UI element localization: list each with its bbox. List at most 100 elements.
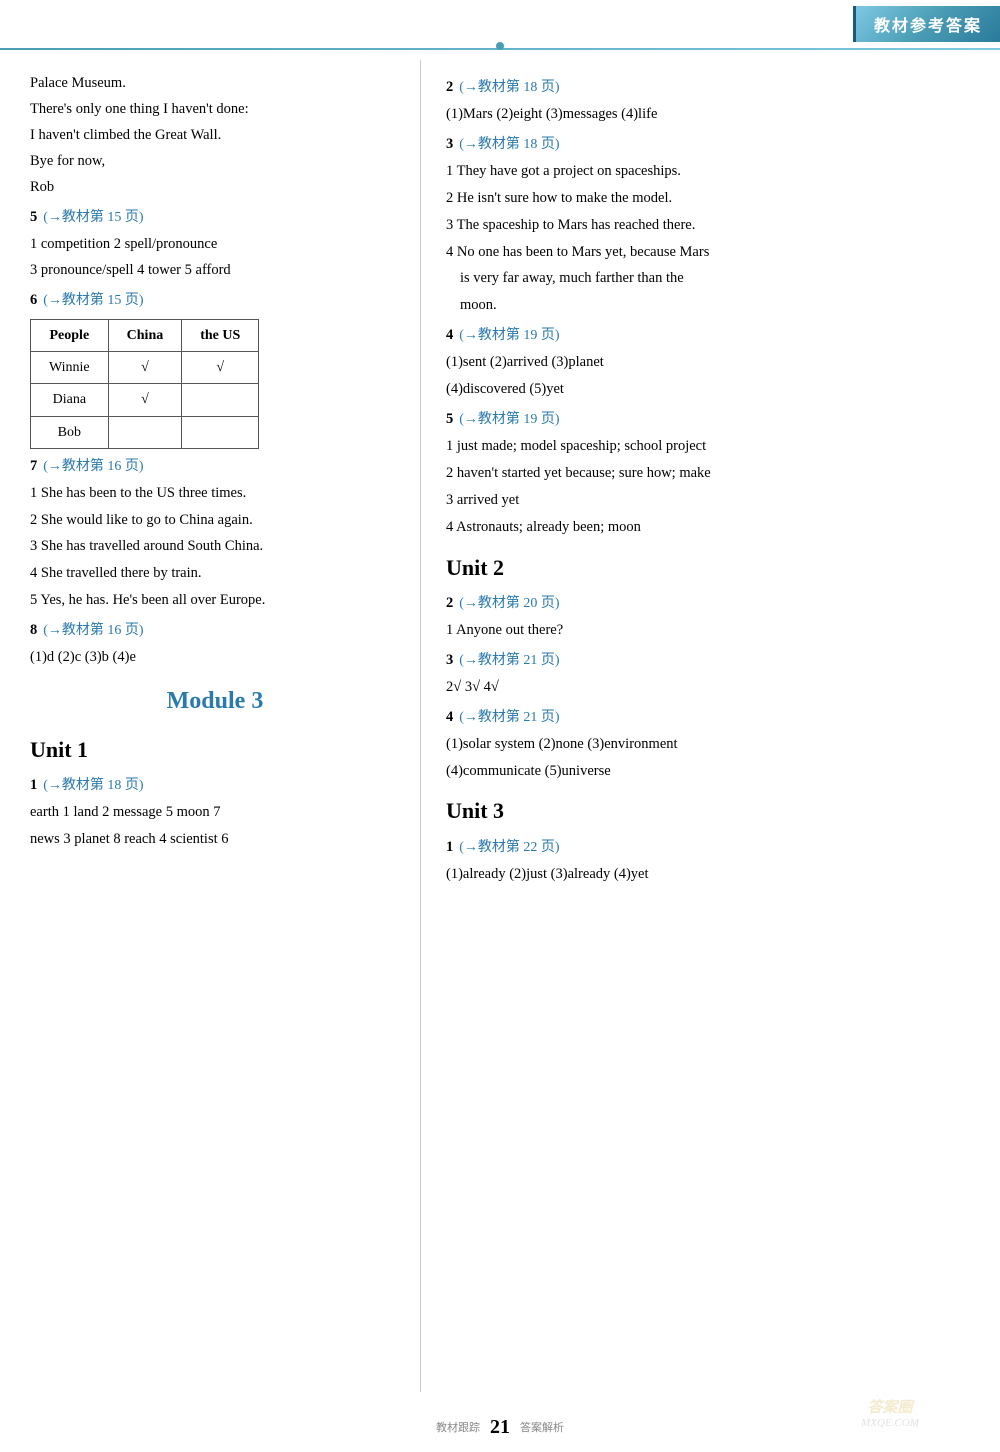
left-column: Palace Museum. There's only one thing I …: [0, 60, 420, 1392]
table-header-us: the US: [182, 320, 259, 352]
table-cell-winnie-us: √: [182, 352, 259, 384]
section7-header: 7 (→教材第 16 页): [30, 455, 400, 479]
section5-num: 5: [30, 206, 37, 230]
section5-right-line1: 1 just made; model spaceship; school pro…: [446, 435, 975, 459]
section2-u2-ref: (→教材第 20 页): [459, 592, 559, 615]
table-header-people: People: [31, 320, 109, 352]
section2-right-ref: (→教材第 18 页): [459, 76, 559, 99]
section4-right-header: 4 (→教材第 19 页): [446, 324, 975, 348]
bottom-left-text: 教材跟踪: [436, 1419, 480, 1435]
section3-u2-ref: (→教材第 21 页): [459, 649, 559, 672]
table-cell-winnie: Winnie: [31, 352, 109, 384]
section7-line5: 5 Yes, he has. He's been all over Europe…: [30, 589, 400, 613]
section7-ref: (→教材第 16 页): [43, 455, 143, 478]
intro-line-3: I haven't climbed the Great Wall.: [30, 124, 400, 148]
section2-right-header: 2 (→教材第 18 页): [446, 76, 975, 100]
section7-line1: 1 She has been to the US three times.: [30, 482, 400, 506]
section3-right-line6: moon.: [446, 294, 975, 318]
section7-line3: 3 She has travelled around South China.: [30, 535, 400, 559]
section5-right-header: 5 (→教材第 19 页): [446, 408, 975, 432]
intro-line-1: Palace Museum.: [30, 72, 400, 96]
right-column: 2 (→教材第 18 页) (1)Mars (2)eight (3)messag…: [421, 60, 1000, 1392]
section1-left-header: 1 (→教材第 18 页): [30, 774, 400, 798]
section3-u2-line1: 2√ 3√ 4√: [446, 676, 975, 700]
section5-right-num: 5: [446, 408, 453, 432]
module3-title: Module 3: [30, 682, 400, 722]
section8-ref: (→教材第 16 页): [43, 619, 143, 642]
section7-num: 7: [30, 455, 37, 479]
section2-u2-header: 2 (→教材第 20 页): [446, 592, 975, 616]
section7-line2: 2 She would like to go to China again.: [30, 509, 400, 533]
table-cell-diana-us: [182, 384, 259, 416]
section4-u2-ref: (→教材第 21 页): [459, 706, 559, 729]
section1-u3-header: 1 (→教材第 22 页): [446, 836, 975, 860]
watermark-text-1: 答案圈: [867, 1396, 912, 1417]
section5-header: 5 (→教材第 15 页): [30, 206, 400, 230]
section5-line1: 1 competition 2 spell/pronounce: [30, 233, 400, 257]
page: 教材参考答案 Palace Museum. There's only one t…: [0, 0, 1000, 1452]
bottom-right-text: 答案解析: [520, 1419, 564, 1435]
section6-ref: (→教材第 15 页): [43, 289, 143, 312]
section2-right-line1: (1)Mars (2)eight (3)messages (4)life: [446, 103, 975, 127]
section3-right-line1: 1 They have got a project on spaceships.: [446, 160, 975, 184]
table-cell-bob: Bob: [31, 416, 109, 448]
table-cell-diana-china: √: [108, 384, 182, 416]
table-cell-bob-china: [108, 416, 182, 448]
section4-right-num: 4: [446, 324, 453, 348]
section3-u2-num: 3: [446, 649, 453, 673]
section1-u3-ref: (→教材第 22 页): [459, 836, 559, 859]
section4-u2-line2: (4)communicate (5)universe: [446, 760, 975, 784]
section4-right-line2: (4)discovered (5)yet: [446, 378, 975, 402]
section1-left-line1: earth 1 land 2 message 5 moon 7: [30, 801, 400, 825]
intro-line-5: Rob: [30, 176, 400, 200]
section3-right-ref: (→教材第 18 页): [459, 133, 559, 156]
section5-right-line4: 4 Astronauts; already been; moon: [446, 516, 975, 540]
section3-u2-header: 3 (→教材第 21 页): [446, 649, 975, 673]
section2-u2-num: 2: [446, 592, 453, 616]
table-row: Winnie √ √: [31, 352, 259, 384]
table-row: Bob: [31, 416, 259, 448]
section1-left-num: 1: [30, 774, 37, 798]
table-cell-diana: Diana: [31, 384, 109, 416]
section4-u2-line1: (1)solar system (2)none (3)environment: [446, 733, 975, 757]
intro-line-4: Bye for now,: [30, 150, 400, 174]
section8-line1: (1)d (2)c (3)b (4)e: [30, 646, 400, 670]
watermark-text-2: MXQE.COM: [861, 1417, 919, 1429]
section5-line2: 3 pronounce/spell 4 tower 5 afford: [30, 259, 400, 283]
section2-u2-line1: 1 Anyone out there?: [446, 619, 975, 643]
unit2-title: Unit 2: [446, 550, 975, 586]
section3-right-line2: 2 He isn't sure how to make the model.: [446, 187, 975, 211]
section4-u2-num: 4: [446, 706, 453, 730]
table-header-china: China: [108, 320, 182, 352]
unit3-title: Unit 3: [446, 793, 975, 829]
section3-right-num: 3: [446, 133, 453, 157]
section4-right-line1: (1)sent (2)arrived (3)planet: [446, 351, 975, 375]
section3-right-line3: 3 The spaceship to Mars has reached ther…: [446, 214, 975, 238]
section1-left-line2: news 3 planet 8 reach 4 scientist 6: [30, 828, 400, 852]
check-table: People China the US Winnie √ √ Diana √: [30, 319, 259, 448]
section5-ref: (→教材第 15 页): [43, 206, 143, 229]
section2-right-num: 2: [446, 76, 453, 100]
section3-right-line5: is very far away, much farther than the: [446, 267, 975, 291]
top-bar: 教材参考答案: [0, 0, 1000, 48]
table-row: Diana √: [31, 384, 259, 416]
main-content: Palace Museum. There's only one thing I …: [0, 60, 1000, 1392]
section7-line4: 4 She travelled there by train.: [30, 562, 400, 586]
section6-num: 6: [30, 289, 37, 313]
section1-u3-num: 1: [446, 836, 453, 860]
section8-header: 8 (→教材第 16 页): [30, 619, 400, 643]
section4-u2-header: 4 (→教材第 21 页): [446, 706, 975, 730]
section1-u3-line1: (1)already (2)just (3)already (4)yet: [446, 863, 975, 887]
section5-right-line2: 2 haven't started yet because; sure how;…: [446, 462, 975, 486]
table-cell-winnie-china: √: [108, 352, 182, 384]
section5-right-line3: 3 arrived yet: [446, 489, 975, 513]
watermark-bottom-right: 答案圈 MXQE.COM: [780, 1372, 1000, 1452]
intro-line-2: There's only one thing I haven't done:: [30, 98, 400, 122]
table-cell-bob-us: [182, 416, 259, 448]
section3-right-header: 3 (→教材第 18 页): [446, 133, 975, 157]
page-number: 21: [490, 1416, 510, 1439]
section6-header: 6 (→教材第 15 页): [30, 289, 400, 313]
unit1-title-left: Unit 1: [30, 732, 400, 768]
section1-left-ref: (→教材第 18 页): [43, 774, 143, 797]
section5-right-ref: (→教材第 19 页): [459, 408, 559, 431]
